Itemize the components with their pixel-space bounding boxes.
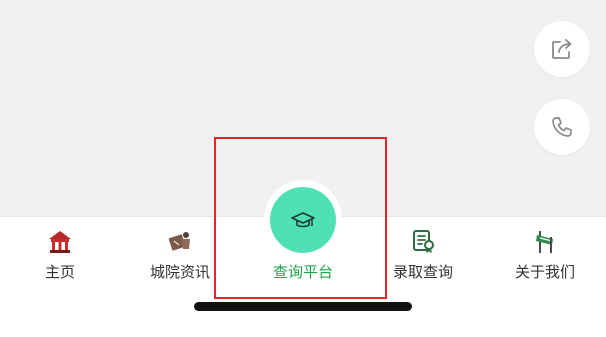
graduation-cap-icon <box>291 212 315 228</box>
home-building-icon <box>46 227 74 255</box>
phone-button[interactable] <box>534 99 590 155</box>
phone-icon <box>552 117 572 137</box>
signpost-icon <box>531 227 559 255</box>
tab-news-label: 城院资讯 <box>149 264 210 281</box>
tab-home[interactable]: 主页 <box>20 217 100 297</box>
tab-admission[interactable]: 录取查询 <box>383 217 463 297</box>
tab-about[interactable]: 关于我们 <box>505 217 585 297</box>
share-icon <box>552 39 572 59</box>
share-button[interactable] <box>534 21 590 77</box>
news-figure-icon <box>166 227 194 255</box>
certificate-icon <box>409 227 437 255</box>
tab-home-label: 主页 <box>44 264 75 281</box>
tab-news[interactable]: 城院资讯 <box>140 217 220 297</box>
tab-query-label: 查询平台 <box>272 264 333 281</box>
home-indicator <box>194 302 412 311</box>
tab-admission-label: 录取查询 <box>392 264 453 281</box>
tab-about-label: 关于我们 <box>514 264 575 281</box>
query-platform-center-button[interactable] <box>270 187 336 253</box>
